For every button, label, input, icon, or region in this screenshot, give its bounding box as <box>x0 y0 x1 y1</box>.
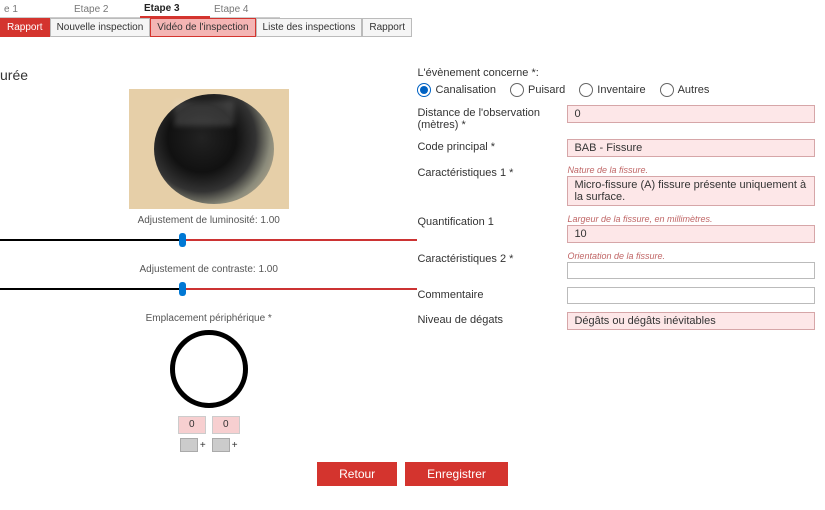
quant-label: Quantification 1 <box>417 214 567 228</box>
peripheral-label: Emplacement périphérique * <box>146 313 272 324</box>
carac1-hint: Nature de la fissure. <box>567 165 815 175</box>
distance-input[interactable]: 0 <box>567 105 815 123</box>
stepper-button[interactable] <box>180 438 198 452</box>
save-button[interactable]: Enregistrer <box>405 462 508 486</box>
coord-b-input[interactable]: 0 <box>212 416 240 434</box>
contrast-label: Adjustement de contraste: 1.00 <box>140 264 278 275</box>
radio-puisard[interactable]: Puisard <box>510 83 565 97</box>
tab-liste-inspections[interactable]: Liste des inspections <box>256 18 363 37</box>
code-label: Code principal * <box>417 139 567 153</box>
slider-thumb[interactable] <box>179 233 186 247</box>
carac1-input[interactable]: Micro-fissure (A) fissure présente uniqu… <box>567 176 815 206</box>
tab-nouvelle-inspection[interactable]: Nouvelle inspection <box>50 18 151 37</box>
step-3[interactable]: Etape 3 <box>140 1 210 18</box>
comment-label: Commentaire <box>417 287 567 301</box>
back-button[interactable]: Retour <box>317 462 397 486</box>
slider-thumb[interactable] <box>179 282 186 296</box>
distance-label: Distance de l'observation (mètres) * <box>417 105 567 131</box>
tab-rapport-2[interactable]: Rapport <box>362 18 412 37</box>
coord-a-stepper: + <box>180 438 206 452</box>
plus-icon: + <box>232 440 238 451</box>
tab-rapport[interactable]: Rapport <box>0 18 50 37</box>
carac2-label: Caractéristiques 2 * <box>417 251 567 265</box>
page-title: urée <box>0 67 28 83</box>
stepper-button[interactable] <box>212 438 230 452</box>
comment-input[interactable] <box>567 287 815 304</box>
quant-input[interactable]: 10 <box>567 225 815 243</box>
quant-hint: Largeur de la fissure, en millimètres. <box>567 214 815 224</box>
event-type-radios: Canalisation Puisard Inventaire Autres <box>417 83 815 97</box>
step-tabs: e 1 Etape 2 Etape 3 Etape 4 <box>0 0 825 18</box>
radio-inventaire[interactable]: Inventaire <box>579 83 645 97</box>
niveau-input[interactable]: Dégâts ou dégâts inévitables <box>567 312 815 330</box>
step-1[interactable]: e 1 <box>0 2 70 18</box>
contrast-slider[interactable] <box>0 279 417 299</box>
step-4[interactable]: Etape 4 <box>210 2 280 18</box>
carac2-hint: Orientation de la fissure. <box>567 251 815 261</box>
radio-canalisation[interactable]: Canalisation <box>417 83 496 97</box>
video-thumbnail[interactable] <box>129 89 289 209</box>
tab-video-inspection[interactable]: Vidéo de l'inspection <box>150 18 255 37</box>
code-input[interactable]: BAB - Fissure <box>567 139 815 157</box>
sub-tabs: Rapport Nouvelle inspection Vidéo de l'i… <box>0 18 825 37</box>
peripheral-circle[interactable] <box>170 330 248 408</box>
coord-b-stepper: + <box>212 438 238 452</box>
radio-autres[interactable]: Autres <box>660 83 710 97</box>
carac1-label: Caractéristiques 1 * <box>417 165 567 179</box>
plus-icon: + <box>200 440 206 451</box>
step-2[interactable]: Etape 2 <box>70 2 140 18</box>
coord-a-input[interactable]: 0 <box>178 416 206 434</box>
niveau-label: Niveau de dégats <box>417 312 567 326</box>
brightness-slider[interactable] <box>0 230 417 250</box>
brightness-label: Adjustement de luminosité: 1.00 <box>138 215 280 226</box>
form-header: L'évènement concerne *: <box>417 67 815 79</box>
carac2-input[interactable] <box>567 262 815 279</box>
